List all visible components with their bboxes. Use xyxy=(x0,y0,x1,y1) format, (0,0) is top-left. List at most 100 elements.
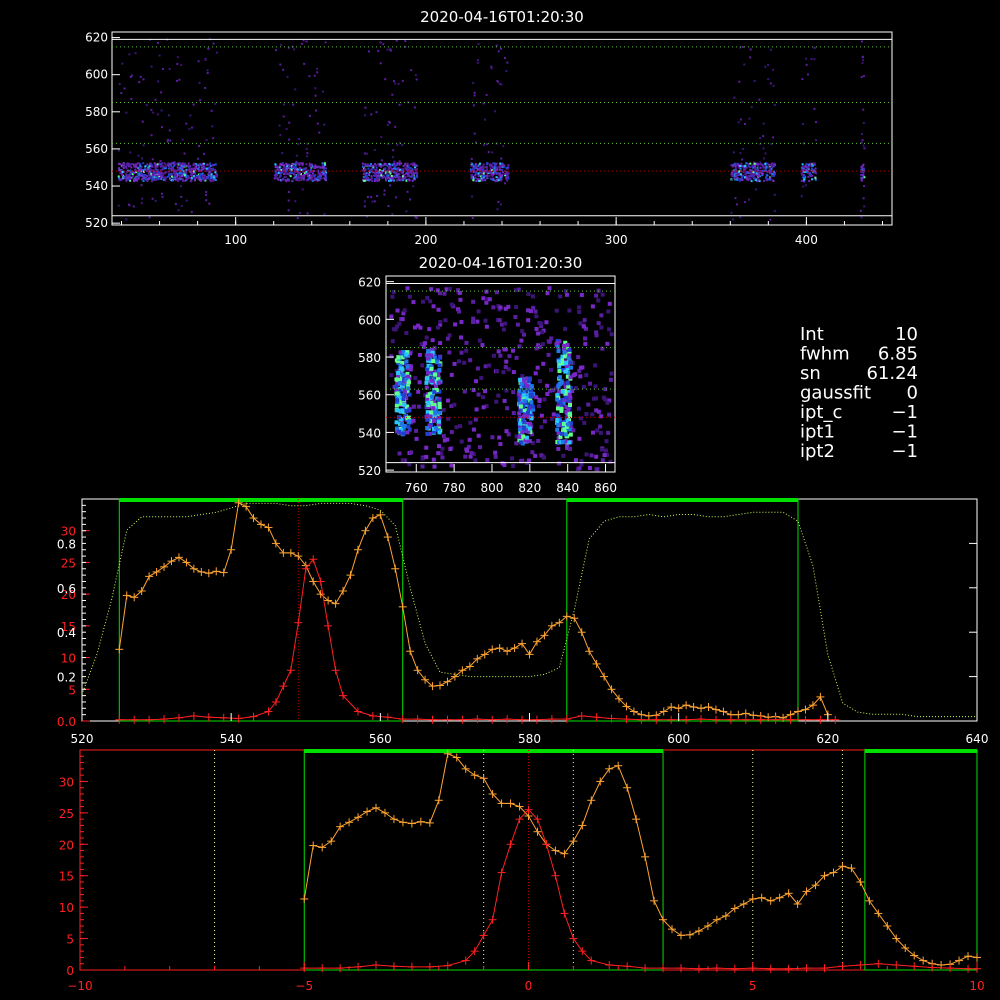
noise-pixel xyxy=(458,297,463,302)
noise-pixel xyxy=(772,68,775,71)
noise-pixel xyxy=(420,456,425,461)
noise-pixel xyxy=(603,397,608,402)
noise-pixel xyxy=(481,296,486,301)
band-pixel xyxy=(376,174,379,177)
noise-pixel xyxy=(590,430,595,435)
band-pixel xyxy=(199,179,202,182)
noise-pixel xyxy=(493,454,498,459)
band-pixel xyxy=(740,176,743,179)
band-pixel xyxy=(125,174,128,177)
band-pixel xyxy=(375,164,378,167)
band-pixel xyxy=(312,170,315,173)
band-pixel xyxy=(161,174,164,177)
noise-pixel xyxy=(497,435,502,440)
noise-pixel xyxy=(298,137,301,140)
noise-pixel xyxy=(413,376,418,381)
noise-pixel xyxy=(503,321,508,326)
band-pixel xyxy=(862,163,865,166)
band-pixel xyxy=(365,172,368,175)
band-pixel xyxy=(415,176,418,179)
band-pixel xyxy=(321,162,324,165)
noise-pixel xyxy=(380,136,383,139)
noise-pixel xyxy=(394,196,397,199)
noise-pixel xyxy=(480,395,485,400)
noise-pixel xyxy=(586,402,591,407)
band-pixel xyxy=(210,173,213,176)
band-pixel xyxy=(734,177,737,180)
streak-pixel xyxy=(437,401,442,406)
noise-pixel xyxy=(589,453,594,458)
band-pixel xyxy=(315,166,318,169)
noise-pixel xyxy=(398,103,401,106)
noise-pixel xyxy=(537,397,542,402)
band-pixel xyxy=(274,166,277,169)
noise-pixel xyxy=(438,341,443,346)
band-pixel xyxy=(186,174,189,177)
band-pixel xyxy=(144,165,147,168)
band-pixel xyxy=(745,162,748,165)
band-pixel xyxy=(195,167,198,170)
noise-pixel xyxy=(118,82,121,85)
noise-pixel xyxy=(169,139,172,142)
band-pixel xyxy=(126,163,129,166)
noise-pixel xyxy=(463,454,468,459)
band-pixel xyxy=(131,175,134,178)
noise-pixel xyxy=(605,400,610,405)
band-pixel xyxy=(860,179,863,182)
band-pixel xyxy=(486,166,489,169)
band-pixel xyxy=(285,170,288,173)
streak-pixel xyxy=(527,378,532,383)
noise-pixel xyxy=(573,372,578,377)
noise-pixel xyxy=(498,442,503,447)
noise-pixel xyxy=(421,299,426,304)
noise-pixel xyxy=(177,209,180,212)
band-pixel xyxy=(506,166,509,169)
band-pixel xyxy=(379,172,382,175)
streak-pixel xyxy=(567,412,572,417)
band-pixel xyxy=(742,168,745,171)
chart1-xtick-label: 640 xyxy=(966,732,989,746)
noise-pixel xyxy=(609,332,614,337)
band-pixel xyxy=(166,175,169,178)
noise-pixel xyxy=(502,145,505,148)
streak-pixel xyxy=(560,439,565,444)
noise-pixel xyxy=(583,341,588,346)
band-pixel xyxy=(370,177,373,180)
noise-pixel xyxy=(607,327,612,332)
band-pixel xyxy=(390,176,393,179)
noise-pixel xyxy=(280,43,283,46)
streak-pixel xyxy=(527,426,532,431)
band-pixel xyxy=(298,172,301,175)
noise-pixel xyxy=(456,359,461,364)
band-pixel xyxy=(407,179,410,182)
streak-pixel xyxy=(432,390,437,395)
noise-pixel xyxy=(199,99,202,102)
band-pixel xyxy=(149,167,152,170)
band-pixel xyxy=(814,167,817,170)
noise-pixel xyxy=(438,319,443,324)
streak-pixel xyxy=(557,382,562,387)
noise-pixel xyxy=(314,94,317,97)
noise-pixel xyxy=(142,78,145,81)
band-pixel xyxy=(178,164,181,167)
band-pixel xyxy=(192,168,195,171)
noise-pixel xyxy=(491,151,494,154)
band-pixel xyxy=(498,172,501,175)
streak-pixel xyxy=(566,407,571,412)
band-pixel xyxy=(748,171,751,174)
param-label-3: gaussfit xyxy=(800,383,871,404)
band-pixel xyxy=(753,165,756,168)
noise-pixel xyxy=(157,80,160,83)
band-pixel xyxy=(298,168,301,171)
noise-pixel xyxy=(520,329,525,334)
band-pixel xyxy=(132,180,135,183)
streak-pixel xyxy=(424,380,429,385)
noise-pixel xyxy=(804,184,807,187)
band-pixel xyxy=(743,165,746,168)
noise-pixel xyxy=(279,134,282,137)
band-pixel xyxy=(505,177,508,180)
noise-pixel xyxy=(813,107,816,110)
band-pixel xyxy=(288,163,291,166)
streak-pixel xyxy=(394,377,399,382)
band-pixel xyxy=(325,167,328,170)
